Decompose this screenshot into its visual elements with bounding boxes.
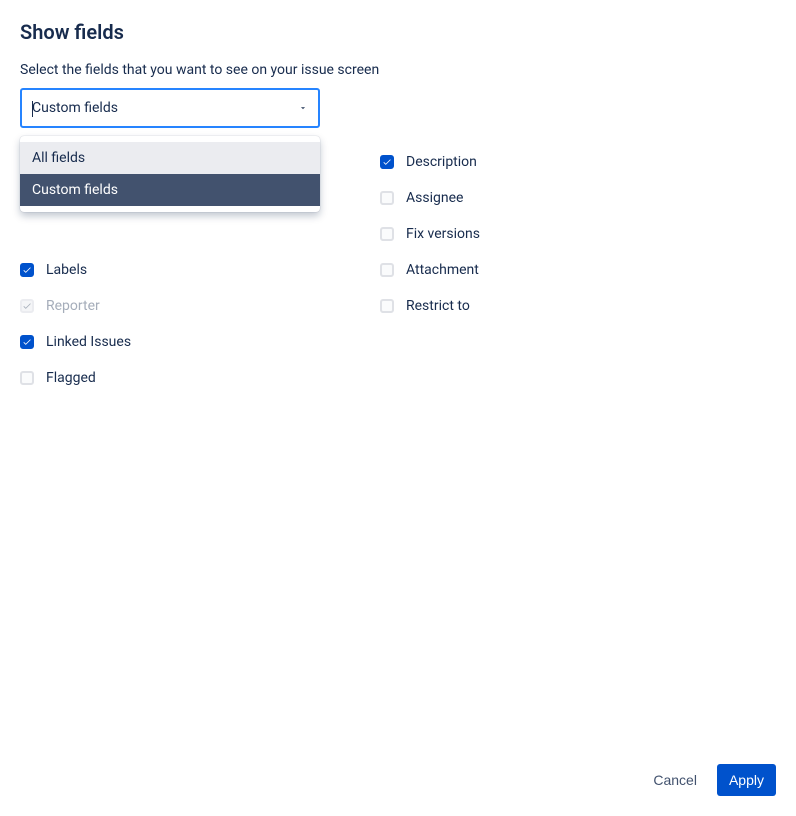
select-option-all-fields[interactable]: All fields [20,142,320,174]
field-label: Fix versions [406,226,480,242]
field-label: Restrict to [406,298,470,314]
field-label: Linked Issues [46,334,131,350]
field-checkbox[interactable] [380,299,394,313]
chevron-down-icon [298,103,308,113]
field-checkbox[interactable] [380,191,394,205]
page-title: Show fields [20,20,776,44]
field-checkbox[interactable] [380,227,394,241]
field-row: Attachment [380,260,680,280]
field-checkbox [20,299,34,313]
field-row: Reporter [20,296,320,316]
field-checkbox[interactable] [20,335,34,349]
field-filter-select[interactable]: Custom fields [20,88,320,128]
field-row: Assignee [380,188,680,208]
page-subtitle: Select the fields that you want to see o… [20,62,776,78]
field-label: Flagged [46,370,96,386]
select-dropdown: All fields Custom fields [20,136,320,212]
cancel-button[interactable]: Cancel [641,764,709,796]
field-row: Flagged [20,368,320,388]
field-label: Description [406,154,477,170]
field-checkbox[interactable] [380,263,394,277]
fields-column-right: Description Assignee Fix versions Attachmen… [380,152,680,388]
field-label: Reporter [46,298,100,314]
field-label: Assignee [406,190,463,206]
field-checkbox[interactable] [380,155,394,169]
field-label: Attachment [406,262,479,278]
field-checkbox[interactable] [20,263,34,277]
field-checkbox[interactable] [20,371,34,385]
dialog-footer: Cancel Apply [641,764,776,796]
field-row: Labels [20,260,320,280]
field-row: Linked Issues [20,332,320,352]
field-row: Description [380,152,680,172]
field-label: Labels [46,262,87,278]
apply-button[interactable]: Apply [717,764,776,796]
select-value: Custom fields [32,100,298,116]
select-option-custom-fields[interactable]: Custom fields [20,174,320,206]
field-row: Fix versions [380,224,680,244]
text-cursor [32,101,33,117]
field-row: Restrict to [380,296,680,316]
